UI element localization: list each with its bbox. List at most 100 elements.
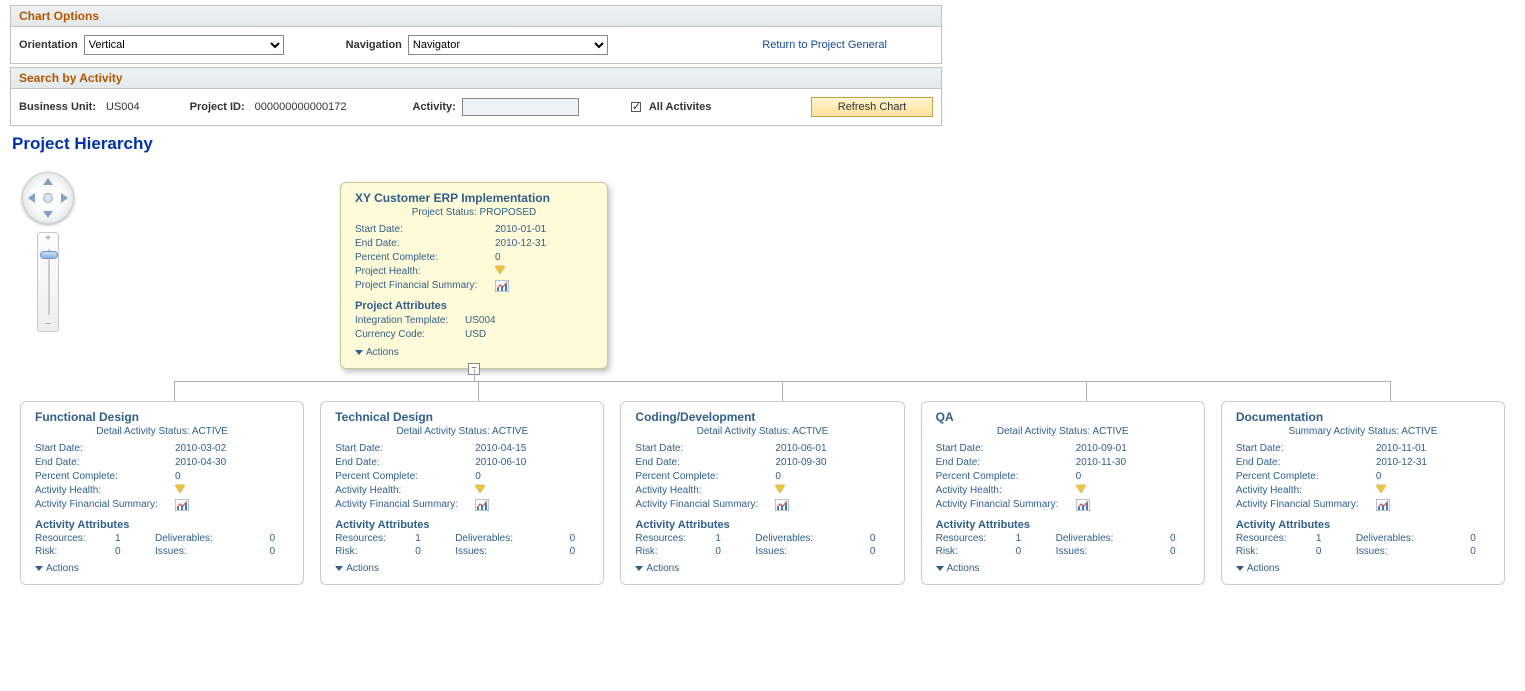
root-actions-link[interactable]: Actions xyxy=(355,347,399,358)
activity-start-label: Start Date: xyxy=(635,443,775,454)
financial-summary-icon[interactable] xyxy=(475,499,489,511)
activity-title: Technical Design xyxy=(335,410,589,424)
activity-status: Detail Activity Status: ACTIVE xyxy=(335,426,589,437)
activity-node[interactable]: Coding/DevelopmentDetail Activity Status… xyxy=(620,401,904,585)
activity-node[interactable]: DocumentationSummary Activity Status: AC… xyxy=(1221,401,1505,585)
resources-value: 1 xyxy=(1316,533,1356,544)
health-warning-icon xyxy=(475,485,485,493)
connector-lines xyxy=(20,369,1505,401)
resources-value: 1 xyxy=(415,533,455,544)
activity-actions-link[interactable]: Actions xyxy=(936,563,980,574)
activity-node[interactable]: Functional Design Detail Activity Status:… xyxy=(20,401,304,585)
all-activities-label: All Activites xyxy=(649,101,712,113)
chevron-down-icon xyxy=(936,566,944,571)
root-node[interactable]: XY Customer ERP Implementation Project S… xyxy=(340,182,608,369)
health-warning-icon xyxy=(775,485,785,493)
activity-actions-link[interactable]: Actions xyxy=(1236,563,1280,574)
activity-end-value: 2010-09-30 xyxy=(775,457,889,468)
activity-pct-value: 0 xyxy=(775,471,889,482)
activity-health-label: Activity Health: xyxy=(936,485,1076,496)
activity-end-label: End Date: xyxy=(35,457,175,468)
navigation-select[interactable]: Navigator xyxy=(408,35,608,55)
risk-value: 0 xyxy=(1316,546,1356,557)
health-warning-icon xyxy=(495,266,505,274)
all-activities-checkbox[interactable] xyxy=(631,102,641,112)
risk-label: Risk: xyxy=(35,546,115,557)
deliverables-value: 0 xyxy=(235,533,275,544)
health-warning-icon xyxy=(175,485,185,493)
activity-start-value: 2010-09-01 xyxy=(1076,443,1190,454)
financial-summary-icon[interactable] xyxy=(175,499,189,511)
activity-pct-value: 0 xyxy=(475,471,589,482)
financial-summary-icon[interactable] xyxy=(1076,499,1090,511)
financial-summary-icon[interactable] xyxy=(1376,499,1390,511)
activity-end-value: 2010-11-30 xyxy=(1076,457,1190,468)
chevron-down-icon xyxy=(355,350,363,355)
activity-actions-link[interactable]: Actions xyxy=(635,563,679,574)
project-id-value: 000000000000172 xyxy=(255,101,347,113)
navigation-label: Navigation xyxy=(346,39,402,51)
financial-summary-icon[interactable] xyxy=(495,280,509,292)
risk-label: Risk: xyxy=(936,546,1016,557)
activity-health-label: Activity Health: xyxy=(1236,485,1376,496)
financial-summary-icon[interactable] xyxy=(775,499,789,511)
activity-end-value: 2010-04-30 xyxy=(175,457,289,468)
issues-label: Issues: xyxy=(1056,546,1136,557)
activity-status: Detail Activity Status: ACTIVE xyxy=(35,426,289,437)
risk-value: 0 xyxy=(415,546,455,557)
activity-start-label: Start Date: xyxy=(335,443,475,454)
activity-start-label: Start Date: xyxy=(1236,443,1376,454)
root-end-date-label: End Date: xyxy=(355,238,495,249)
issues-label: Issues: xyxy=(1356,546,1436,557)
activity-label: Activity: xyxy=(412,101,455,113)
resources-value: 1 xyxy=(115,533,155,544)
return-to-project-general-link[interactable]: Return to Project General xyxy=(762,39,887,51)
root-health-label: Project Health: xyxy=(355,266,495,277)
activity-attributes-title: Activity Attributes xyxy=(936,519,1190,531)
risk-label: Risk: xyxy=(335,546,415,557)
activity-pct-value: 0 xyxy=(175,471,289,482)
deliverables-value: 0 xyxy=(835,533,875,544)
activity-end-label: End Date: xyxy=(335,457,475,468)
resources-label: Resources: xyxy=(936,533,1016,544)
activity-title: Functional Design xyxy=(35,410,289,424)
root-fin-label: Project Financial Summary: xyxy=(355,280,495,295)
search-by-activity-panel: Search by Activity Business Unit: US004 … xyxy=(10,67,942,126)
root-node-title: XY Customer ERP Implementation xyxy=(355,191,593,205)
activity-status: Detail Activity Status: ACTIVE xyxy=(936,426,1190,437)
activity-attributes-title: Activity Attributes xyxy=(35,519,289,531)
root-end-date-value: 2010-12-31 xyxy=(495,238,593,249)
activity-actions-link[interactable]: Actions xyxy=(35,563,79,574)
activity-pct-label: Percent Complete: xyxy=(35,471,175,482)
chart-options-header: Chart Options xyxy=(11,6,941,27)
activity-input[interactable] xyxy=(462,98,579,116)
risk-label: Risk: xyxy=(635,546,715,557)
deliverables-value: 0 xyxy=(535,533,575,544)
orientation-select[interactable]: Vertical xyxy=(84,35,284,55)
activity-start-value: 2010-04-15 xyxy=(475,443,589,454)
search-by-activity-header: Search by Activity xyxy=(11,68,941,89)
activity-start-label: Start Date: xyxy=(936,443,1076,454)
refresh-chart-button[interactable]: Refresh Chart xyxy=(811,97,933,117)
activity-start-value: 2010-11-01 xyxy=(1376,443,1490,454)
deliverables-label: Deliverables: xyxy=(455,533,535,544)
risk-label: Risk: xyxy=(1236,546,1316,557)
activity-node[interactable]: Technical Design Detail Activity Status: … xyxy=(320,401,604,585)
activity-pct-label: Percent Complete: xyxy=(335,471,475,482)
issues-value: 0 xyxy=(235,546,275,557)
orientation-label: Orientation xyxy=(19,39,78,51)
business-unit-value: US004 xyxy=(106,101,140,113)
deliverables-label: Deliverables: xyxy=(1056,533,1136,544)
activity-health-label: Activity Health: xyxy=(635,485,775,496)
activity-node[interactable]: QADetail Activity Status: ACTIVEStart Da… xyxy=(921,401,1205,585)
root-start-date-value: 2010-01-01 xyxy=(495,224,593,235)
activity-pct-label: Percent Complete: xyxy=(1236,471,1376,482)
root-curr-label: Currency Code: xyxy=(355,329,465,340)
root-start-date-label: Start Date: xyxy=(355,224,495,235)
activity-title: Coding/Development xyxy=(635,410,889,424)
deliverables-label: Deliverables: xyxy=(755,533,835,544)
activity-start-value: 2010-06-01 xyxy=(775,443,889,454)
activity-fin-label: Activity Financial Summary: xyxy=(35,499,175,514)
chart-options-panel: Chart Options Orientation Vertical Navig… xyxy=(10,5,942,64)
activity-actions-link[interactable]: Actions xyxy=(335,563,379,574)
